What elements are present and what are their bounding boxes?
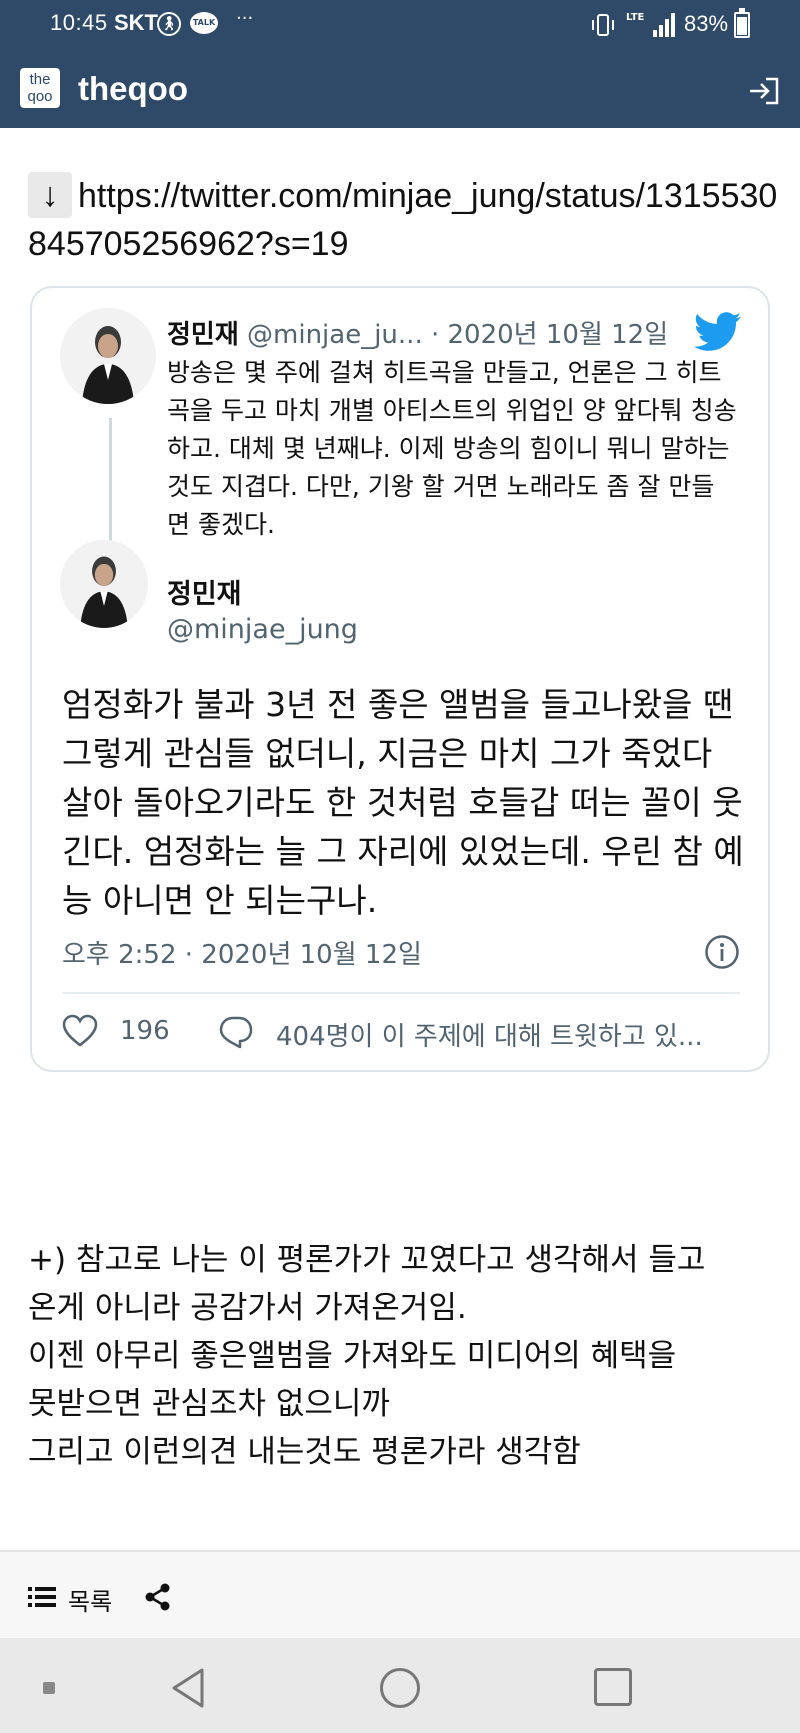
share-icon[interactable] <box>144 1582 172 1612</box>
divider <box>62 992 740 994</box>
vibrate-icon <box>592 14 614 36</box>
quoted-author-handle[interactable]: @minjae_ju... <box>247 320 423 350</box>
list-icon[interactable] <box>28 1586 56 1608</box>
quoted-author-name[interactable]: 정민재 <box>167 320 239 350</box>
theqoo-logo[interactable]: the qoo <box>20 68 60 108</box>
like-count[interactable]: 196 <box>120 1016 170 1046</box>
post-body-line: 못받으면 관심조차 없으니까 <box>28 1386 390 1422</box>
signal-icon <box>653 13 675 37</box>
status-carrier: SKT <box>114 10 158 35</box>
tweet-author-name[interactable]: 정민재 <box>167 572 242 611</box>
person-avatar-icon <box>60 540 148 628</box>
login-icon[interactable] <box>748 76 780 106</box>
battery-icon <box>734 8 750 38</box>
app-title[interactable]: theqoo <box>78 70 188 108</box>
thread-line <box>109 418 112 558</box>
tweet-timestamp[interactable]: 오후 2:52 · 2020년 10월 12일 <box>62 934 422 971</box>
post-link: ↓ https://twitter.com/minjae_jung/status/… <box>28 172 778 268</box>
kakaotalk-icon: TALK <box>190 12 218 34</box>
twitter-bird-icon[interactable] <box>694 312 742 352</box>
home-icon[interactable] <box>380 1668 420 1708</box>
lte-icon: LTE <box>626 12 645 23</box>
app-header: the qoo theqoo <box>0 50 800 128</box>
more-notifications-icon: ··· <box>236 8 254 29</box>
quoted-tweet-header: 정민재 @minjae_ju... · 2020년 10월 12일 <box>167 314 747 351</box>
post-body: +) 참고로 나는 이 평론가가 꼬였다고 생각해서 들고 온게 아니라 공감가… <box>28 1236 788 1476</box>
battery-percent: 83% <box>684 11 729 36</box>
post-body-line: 그리고 이런의견 내는것도 평론가라 생각함 <box>28 1434 581 1470</box>
reply-bubble-icon[interactable] <box>218 1014 254 1050</box>
quoted-tweet-text: 방송은 몇 주에 걸쳐 히트곡을 만들고, 언론은 그 히트곡을 두고 마치 개… <box>167 358 737 539</box>
post-body-line: 온게 아니라 공감가서 가져온거임. <box>28 1290 467 1326</box>
walking-icon: 🚶︎ <box>157 12 181 36</box>
status-time: 10:45 <box>50 10 108 35</box>
recent-apps-icon[interactable] <box>594 1668 632 1706</box>
person-avatar-icon <box>60 308 156 404</box>
tweet-url-link[interactable]: https://twitter.com/minjae_jung/status/1… <box>28 177 777 263</box>
nav-dot-icon[interactable] <box>43 1682 55 1694</box>
post-body-line: +) 참고로 나는 이 평론가가 꼬였다고 생각해서 들고 <box>28 1242 706 1278</box>
quoted-tweet-date[interactable]: · 2020년 10월 12일 <box>431 320 668 350</box>
back-icon[interactable] <box>168 1666 208 1710</box>
avatar[interactable] <box>60 308 156 404</box>
system-navigation-bar <box>0 1638 800 1733</box>
post-body-line: 이젠 아무리 좋은앨범을 가져와도 미디어의 혜택을 <box>28 1338 677 1374</box>
list-button-label[interactable]: 목록 <box>68 1582 112 1617</box>
avatar[interactable] <box>60 540 148 628</box>
heart-icon[interactable] <box>62 1014 98 1048</box>
info-icon[interactable] <box>704 934 740 970</box>
tweet-embed[interactable]: 정민재 @minjae_ju... · 2020년 10월 12일 방송은 몇 … <box>30 286 770 1072</box>
post-footer-toolbar: 목록 <box>0 1550 800 1638</box>
down-arrow-icon: ↓ <box>28 172 72 218</box>
tweet-author-handle[interactable]: @minjae_jung <box>167 614 358 645</box>
status-bar: 10:45 SKT 🚶︎ TALK ··· LTE 83% <box>0 0 800 50</box>
tweet-text: 엄정화가 불과 3년 전 좋은 앨범을 들고나왔을 땐 그렇게 관심들 없더니,… <box>62 685 744 920</box>
conversation-link[interactable]: 404명이 이 주제에 대해 트윗하고 있... <box>276 1016 703 1053</box>
